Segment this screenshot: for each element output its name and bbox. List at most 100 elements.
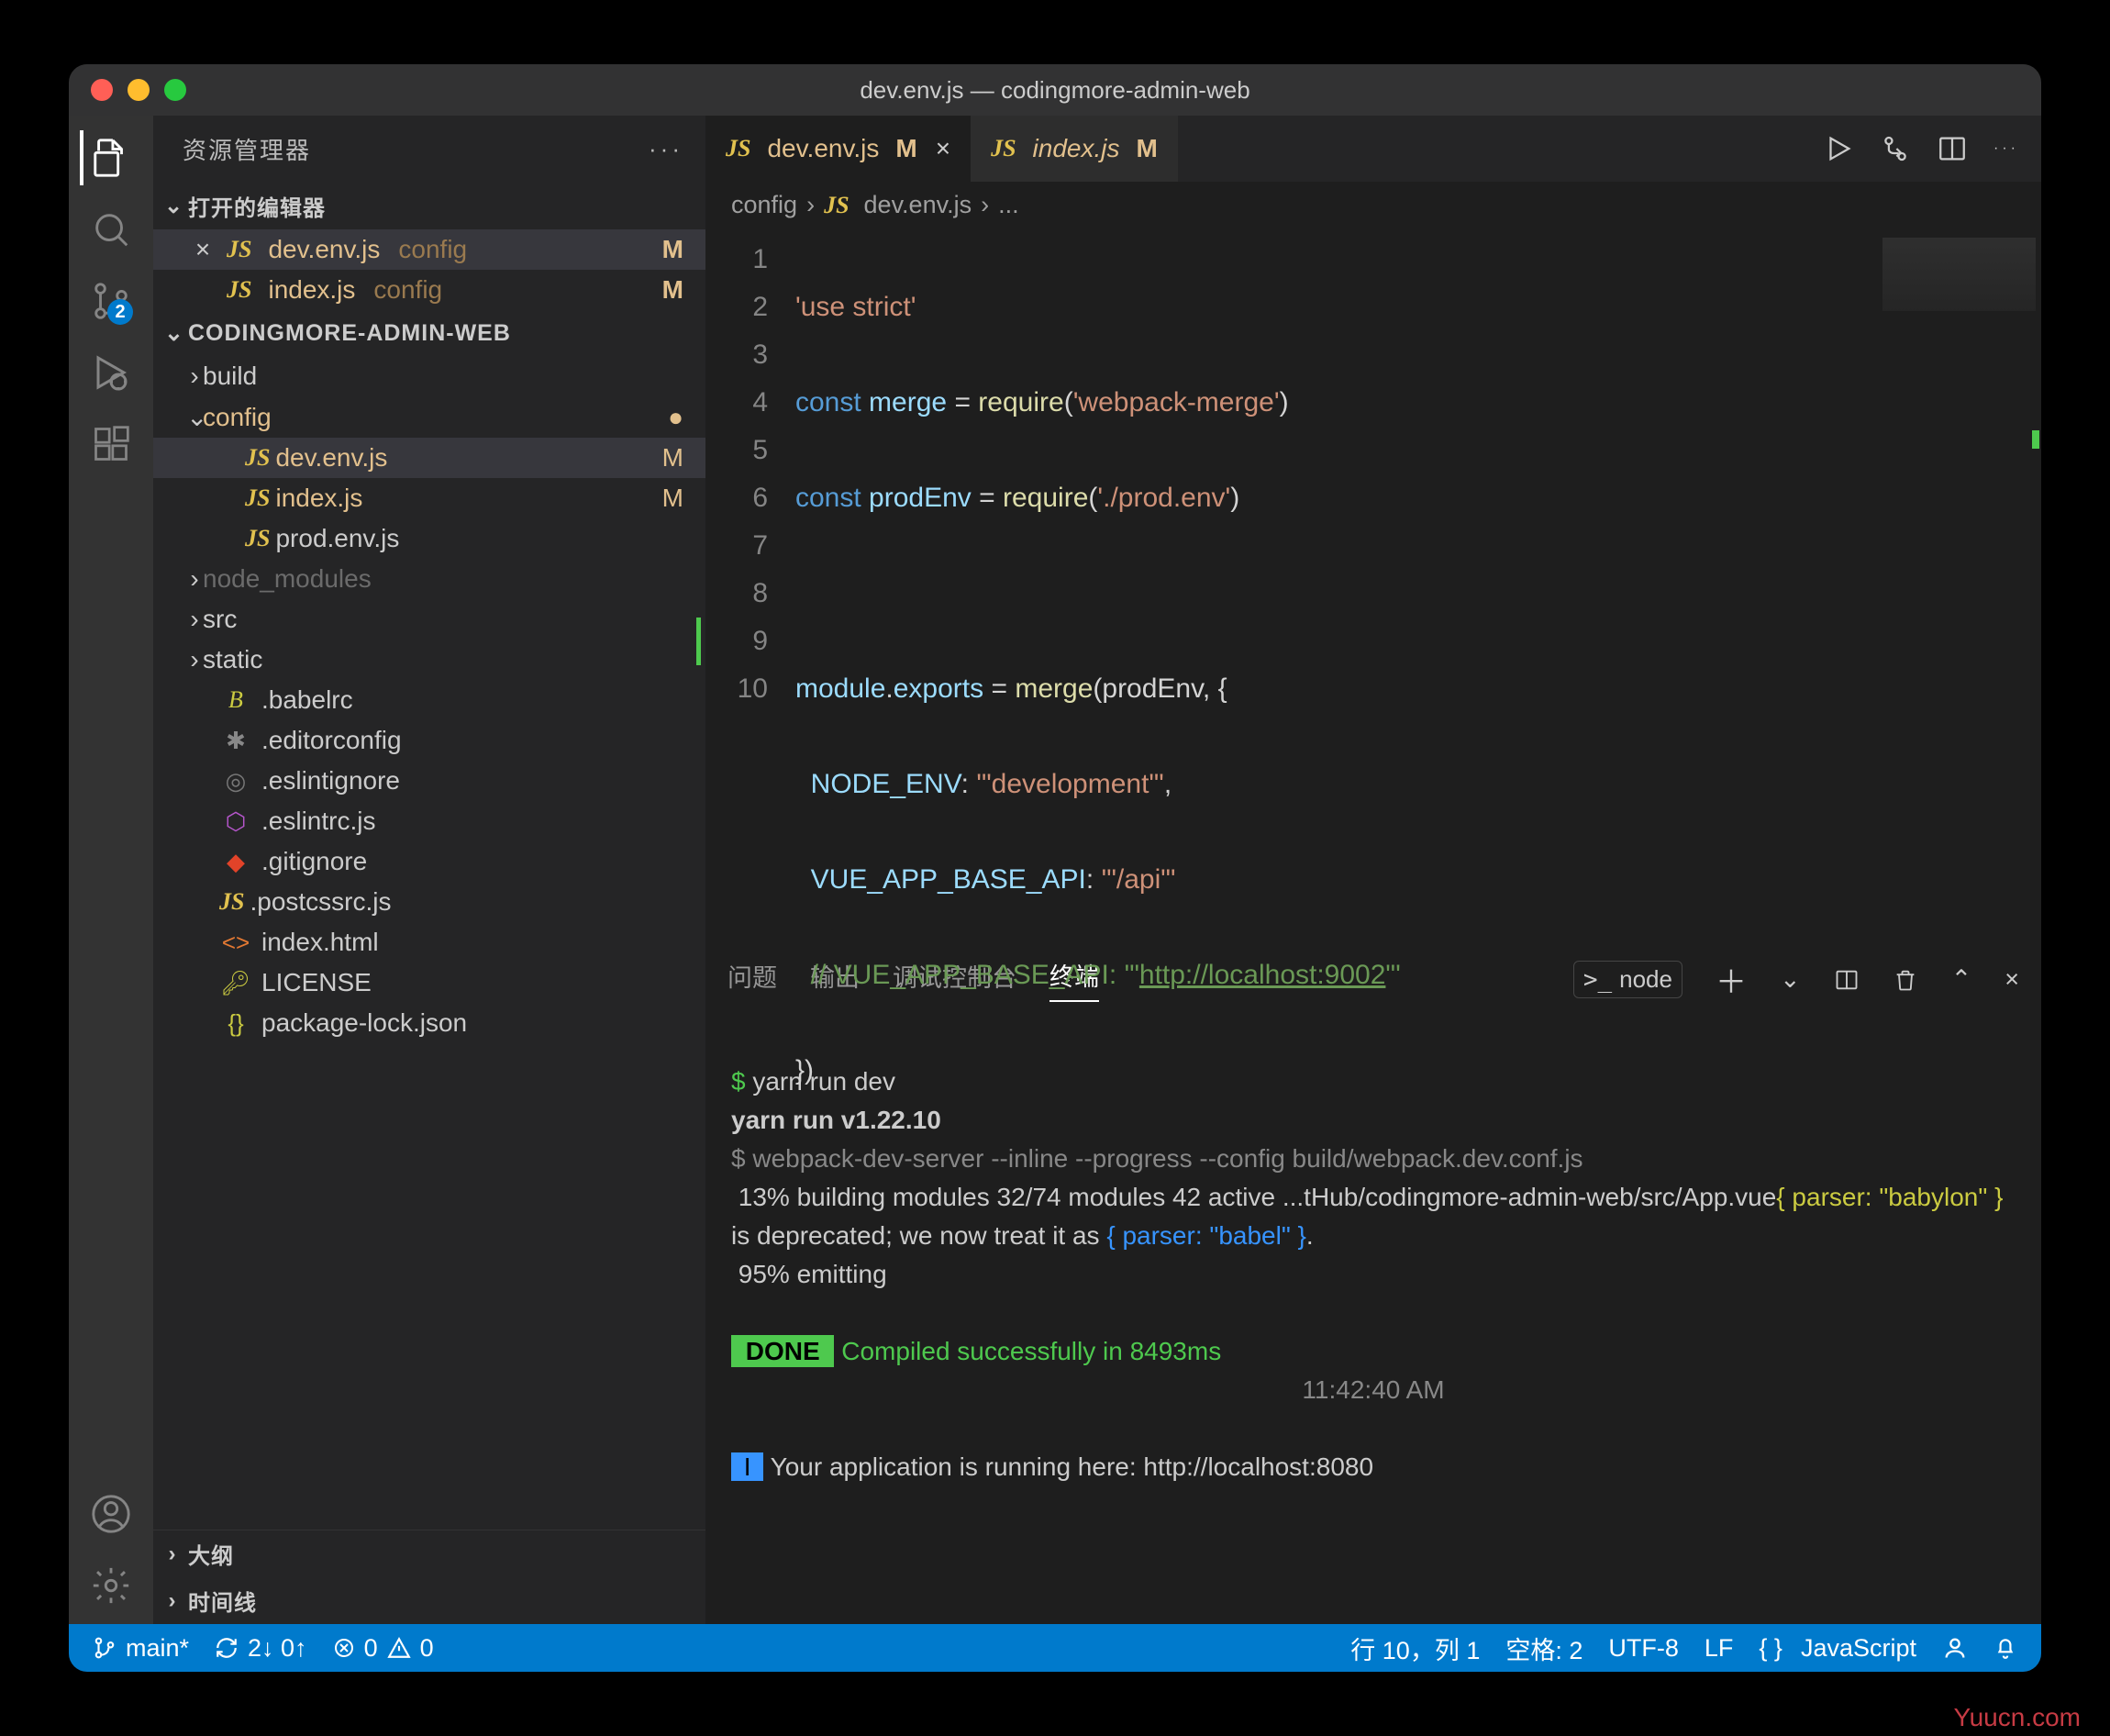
close-window-icon[interactable] xyxy=(91,79,113,101)
js-file-icon: JS xyxy=(991,135,1016,162)
kill-terminal-icon[interactable] xyxy=(1893,967,1918,993)
file-index-js[interactable]: JSindex.jsM xyxy=(153,478,705,518)
file-postcssrc[interactable]: JS.postcssrc.js xyxy=(153,882,705,922)
maximize-window-icon[interactable] xyxy=(164,79,186,101)
folder-node-modules[interactable]: ›node_modules xyxy=(153,559,705,599)
folder-src[interactable]: ›src xyxy=(153,599,705,640)
dot-icon: ● xyxy=(668,403,683,432)
status-feedback-icon[interactable] xyxy=(1929,1635,1981,1661)
file-eslintignore[interactable]: ◎.eslintignore xyxy=(153,761,705,801)
chevron-right-icon: › xyxy=(164,1541,181,1567)
editor[interactable]: 12345678910 'use strict' const merge = r… xyxy=(705,228,2041,945)
file-index-html[interactable]: <>index.html xyxy=(153,922,705,963)
minimize-window-icon[interactable] xyxy=(128,79,150,101)
git-modified-badge: M xyxy=(662,275,683,305)
status-cursor[interactable]: 行 10，列 1 xyxy=(1338,1630,1493,1666)
minimap[interactable] xyxy=(1876,228,2041,945)
window-title: dev.env.js — codingmore-admin-web xyxy=(860,76,1249,105)
folder-build[interactable]: ›build xyxy=(153,356,705,396)
status-encoding[interactable]: UTF-8 xyxy=(1595,1634,1692,1663)
sidebar: 资源管理器 ··· ⌄ 打开的编辑器 × JS dev.env.js confi… xyxy=(153,116,705,1624)
open-editor-item[interactable]: JS index.js config M xyxy=(153,270,705,310)
extensions-icon[interactable] xyxy=(83,417,139,472)
breadcrumb[interactable]: config › JS dev.env.js › ... xyxy=(705,182,2041,228)
license-icon: 🔑︎ xyxy=(219,969,252,997)
open-editors-header[interactable]: ⌄ 打开的编辑器 xyxy=(153,183,705,229)
file-prod-env[interactable]: JSprod.env.js xyxy=(153,518,705,559)
run-debug-icon[interactable] xyxy=(83,345,139,400)
eslint-icon: ⬡ xyxy=(219,807,252,836)
file-babelrc[interactable]: B.babelrc xyxy=(153,680,705,720)
git-modified-badge: M xyxy=(662,235,683,264)
status-errors[interactable]: 0 0 xyxy=(320,1634,447,1663)
file-dev-env[interactable]: JSdev.env.jsM xyxy=(153,438,705,478)
chevron-down-icon: ⌄ xyxy=(164,319,181,347)
breadcrumb-item[interactable]: config xyxy=(731,191,797,219)
accounts-icon[interactable] xyxy=(83,1486,139,1541)
status-bell-icon[interactable] xyxy=(1981,1636,2030,1660)
split-editor-icon[interactable] xyxy=(1937,133,1968,164)
activity-bar: 2 xyxy=(69,116,153,1624)
status-spaces[interactable]: 空格: 2 xyxy=(1493,1630,1595,1666)
status-eol[interactable]: LF xyxy=(1692,1634,1747,1663)
status-bar: main* 2↓ 0↑ 0 0 行 10，列 1 空格: 2 UTF-8 LF … xyxy=(69,1624,2041,1672)
chevron-right-icon: › xyxy=(981,191,989,219)
status-branch[interactable]: main* xyxy=(80,1634,202,1663)
js-file-icon: JS xyxy=(245,444,270,472)
tab-index-js[interactable]: JS index.js M xyxy=(971,116,1178,182)
babel-icon: B xyxy=(219,686,252,714)
explorer-icon[interactable] xyxy=(80,130,139,185)
open-editor-dir: config xyxy=(398,235,467,264)
more-icon[interactable]: ··· xyxy=(649,135,683,163)
timeline-header[interactable]: ›时间线 xyxy=(153,1577,705,1624)
chevron-down-icon: ⌄ xyxy=(164,193,181,219)
settings-icon[interactable] xyxy=(83,1558,139,1613)
breadcrumb-item[interactable]: ... xyxy=(998,191,1019,219)
js-file-icon: JS xyxy=(227,236,251,263)
status-language[interactable]: { }JavaScript xyxy=(1746,1634,1929,1663)
js-file-icon: JS xyxy=(824,192,849,219)
compare-changes-icon[interactable] xyxy=(1880,133,1911,164)
open-editor-item[interactable]: × JS dev.env.js config M xyxy=(153,229,705,270)
open-editor-name: index.js xyxy=(268,275,355,305)
git-modified-badge: M xyxy=(662,484,683,513)
maximize-panel-icon[interactable]: ⌃ xyxy=(1951,965,1972,994)
js-file-icon: JS xyxy=(245,484,270,512)
js-file-icon: JS xyxy=(726,135,750,162)
tab-dev-env[interactable]: JS dev.env.js M × xyxy=(705,116,971,182)
file-tree: ›build ⌄config● JSdev.env.jsM JSindex.js… xyxy=(153,356,705,1530)
file-eslintrc[interactable]: ⬡.eslintrc.js xyxy=(153,801,705,841)
folder-static[interactable]: ›static xyxy=(153,640,705,680)
status-sync[interactable]: 2↓ 0↑ xyxy=(202,1634,320,1663)
project-header[interactable]: ⌄ CODINGMORE-ADMIN-WEB xyxy=(153,310,705,356)
close-icon[interactable]: × xyxy=(936,134,950,163)
tab-filename: index.js xyxy=(1033,134,1120,163)
json-icon: {} xyxy=(219,1009,252,1038)
panel-tab-problems[interactable]: 问题 xyxy=(727,958,777,1001)
breadcrumb-item[interactable]: dev.env.js xyxy=(864,191,972,219)
scm-badge: 2 xyxy=(107,299,133,325)
code-content[interactable]: 'use strict' const merge = require('webp… xyxy=(788,228,1876,945)
more-icon[interactable]: ··· xyxy=(1993,140,2019,157)
chevron-down-icon: ⌄ xyxy=(186,402,203,432)
git-modified-badge: M xyxy=(895,134,916,163)
js-file-icon: JS xyxy=(227,276,251,304)
source-control-icon[interactable]: 2 xyxy=(83,273,139,328)
chevron-right-icon: › xyxy=(186,645,203,674)
eslint-icon: ◎ xyxy=(219,767,252,796)
file-license[interactable]: 🔑︎LICENSE xyxy=(153,963,705,1003)
folder-config[interactable]: ⌄config● xyxy=(153,396,705,438)
sidebar-header: 资源管理器 ··· xyxy=(153,116,705,183)
line-numbers: 12345678910 xyxy=(705,228,788,945)
traffic-lights xyxy=(91,79,186,101)
close-panel-icon[interactable]: × xyxy=(2004,965,2019,994)
close-icon[interactable]: × xyxy=(190,235,216,264)
file-package-lock[interactable]: {}package-lock.json xyxy=(153,1003,705,1043)
js-file-icon: JS xyxy=(219,888,244,916)
outline-header[interactable]: ›大纲 xyxy=(153,1530,705,1577)
run-icon[interactable] xyxy=(1823,133,1854,164)
file-gitignore[interactable]: ◆.gitignore xyxy=(153,841,705,882)
file-editorconfig[interactable]: ✱.editorconfig xyxy=(153,720,705,761)
search-icon[interactable] xyxy=(83,202,139,257)
git-icon: ◆ xyxy=(219,848,252,876)
